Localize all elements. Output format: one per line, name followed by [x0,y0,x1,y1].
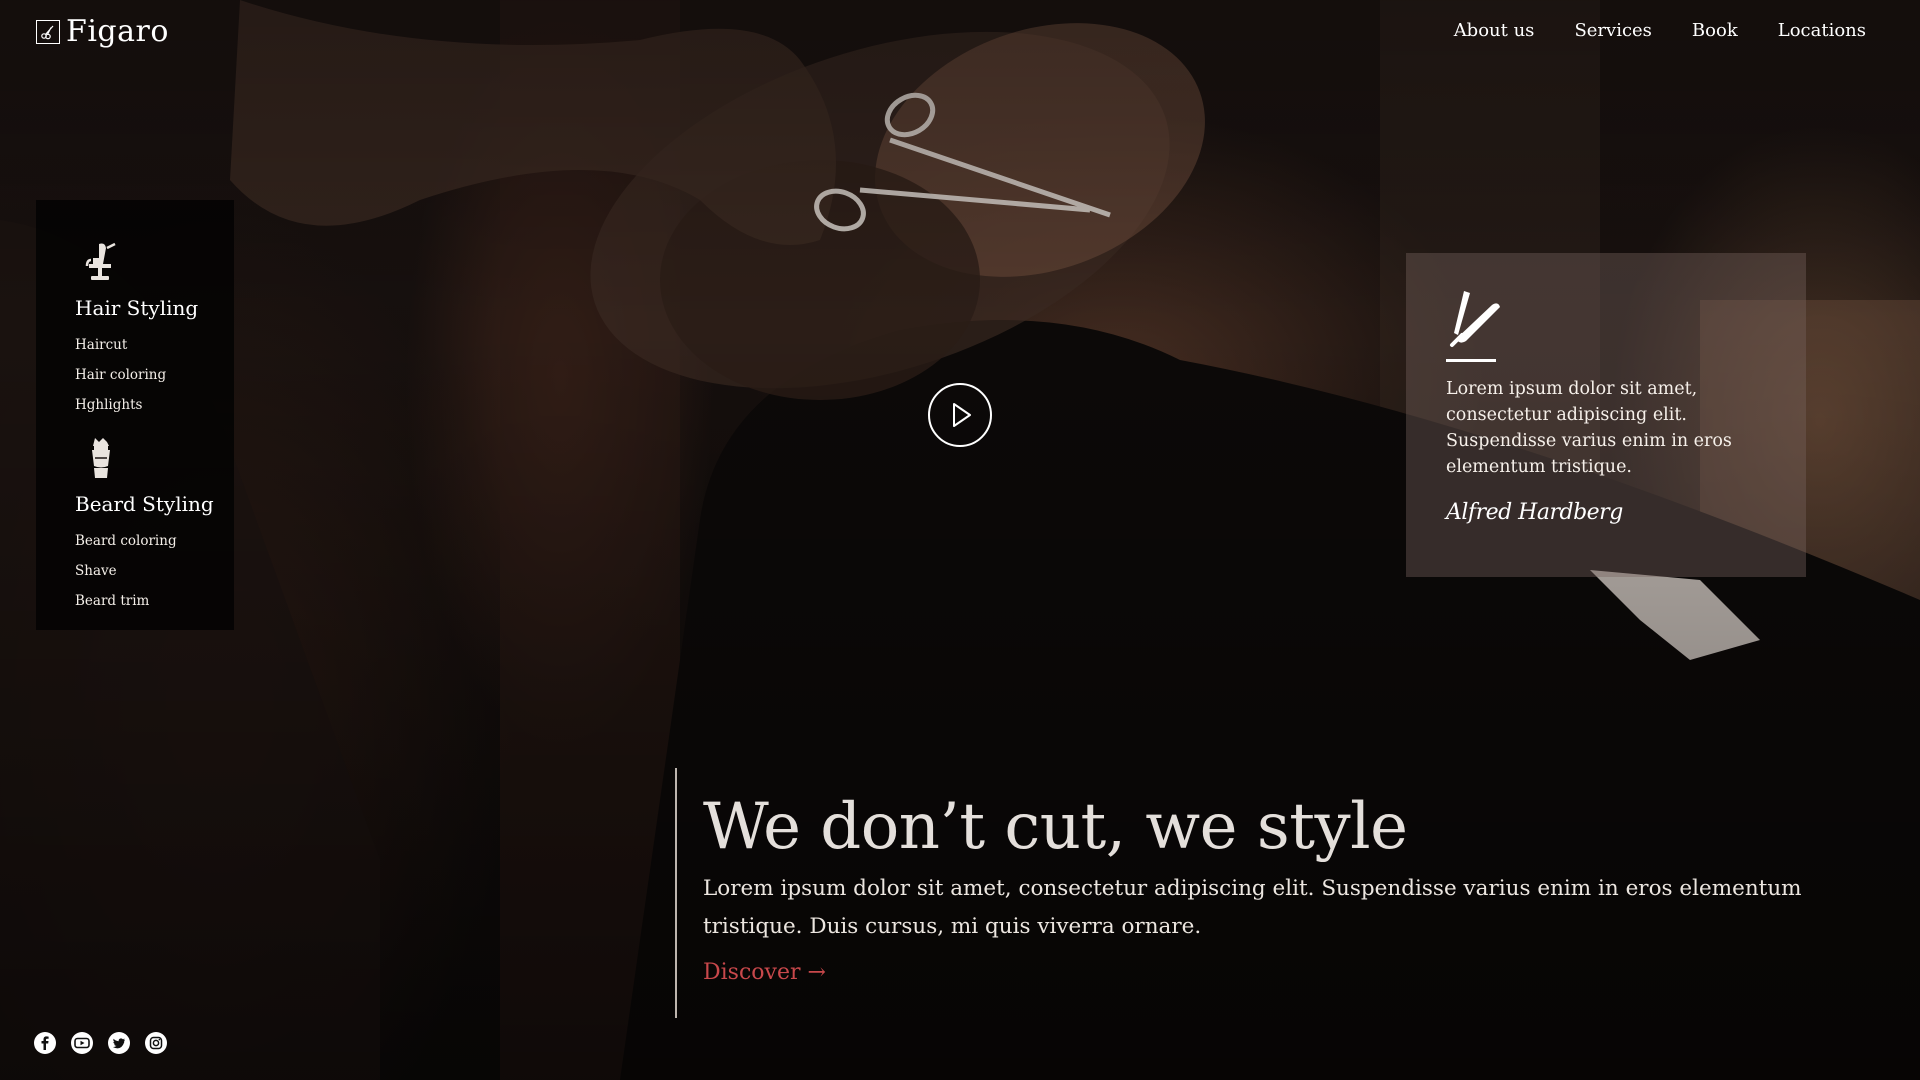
nav-about-us[interactable]: About us [1454,20,1535,41]
testimonial-signature: Alfred Hardberg [1446,500,1623,525]
barber-chair-icon [85,242,116,280]
service-title-beard: Beard Styling [75,492,214,516]
hero-content: We don’t cut, we style Lorem ipsum dolor… [675,768,1855,1018]
service-item-shave[interactable]: Shave [75,556,234,586]
testimonial-divider [1446,359,1496,362]
nav-book[interactable]: Book [1692,20,1738,41]
nav-locations[interactable]: Locations [1778,20,1866,41]
facebook-icon[interactable] [34,1032,56,1054]
youtube-icon[interactable] [71,1032,93,1054]
social-links [34,1032,167,1054]
service-title-hair: Hair Styling [75,296,199,320]
discover-link[interactable]: Discover → [703,960,826,985]
service-list-beard: Beard coloring Shave Beard trim [75,526,234,616]
brand-name: Figaro [66,14,169,49]
brand-logo[interactable]: Figaro [36,14,169,49]
play-icon [953,403,971,427]
nav-services[interactable]: Services [1574,20,1651,41]
service-item-beard-trim[interactable]: Beard trim [75,586,234,616]
services-panel: Hair Styling Haircut Hair coloring Hghli… [36,200,234,630]
straight-razor-icon [1450,291,1500,347]
scissors-icon [36,19,60,44]
main-nav: About us Services Book Locations [1454,20,1866,41]
testimonial-card: Lorem ipsum dolor sit amet, consectetur … [1406,253,1806,577]
service-group-beard: Beard Styling Beard coloring Shave Beard… [75,436,234,616]
instagram-icon[interactable] [145,1032,167,1054]
twitter-icon[interactable] [108,1032,130,1054]
service-item-highlights[interactable]: Hghlights [75,390,234,420]
video-play-button[interactable] [928,383,992,447]
hero-headline: We don’t cut, we style [703,790,1408,864]
testimonial-text: Lorem ipsum dolor sit amet, consectetur … [1446,379,1732,477]
service-item-hair-coloring[interactable]: Hair coloring [75,360,234,390]
hero-lead: Lorem ipsum dolor sit amet, consectetur … [703,876,1802,939]
service-item-haircut[interactable]: Haircut [75,330,234,360]
shaving-brush-icon [92,438,110,478]
service-list-hair: Haircut Hair coloring Hghlights [75,330,234,420]
service-item-beard-coloring[interactable]: Beard coloring [75,526,234,556]
service-group-hair: Hair Styling Haircut Hair coloring Hghli… [75,240,234,420]
